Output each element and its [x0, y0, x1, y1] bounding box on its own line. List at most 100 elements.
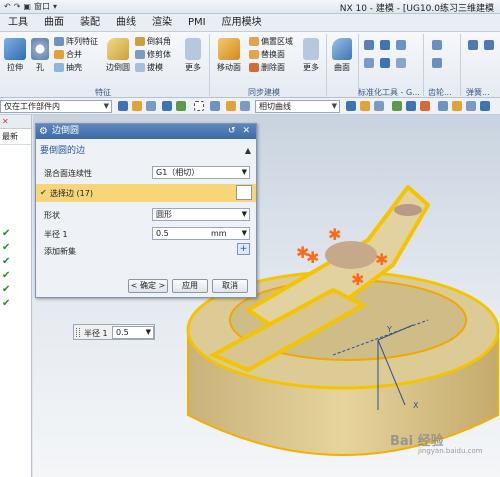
window-icon[interactable]: ▣ — [23, 2, 31, 11]
selection-bar: 仅在工作部件内 ▼ 相切曲线 ▼ — [0, 98, 500, 115]
selection-scope-value: 仅在工作部件内 — [4, 102, 60, 111]
tab-curve[interactable]: 曲线 — [108, 14, 144, 32]
rectangle-select-icon[interactable] — [194, 101, 204, 111]
chevron-down-icon: ▼ — [241, 210, 247, 218]
shape-value: 圆形 — [156, 210, 172, 219]
snap-point-icon[interactable] — [452, 101, 462, 111]
gear-tool-icon[interactable] — [432, 40, 442, 50]
radius-unit: mm — [211, 229, 227, 238]
selection-scope-select[interactable]: 仅在工作部件内 ▼ — [0, 100, 112, 113]
delete-face-button[interactable]: 删除面 — [249, 62, 285, 73]
sync-more-button[interactable]: 更多 — [300, 38, 322, 73]
gear-group-label: 齿轮... — [428, 88, 452, 97]
standard-tool-icon[interactable] — [396, 58, 406, 68]
trim-body-button[interactable]: 修剪体 — [135, 49, 171, 60]
shape-label: 形状 — [44, 211, 60, 220]
continuity-value: G1（相切） — [156, 168, 200, 177]
checkmark-icon: ✔ — [2, 242, 11, 253]
tab-render[interactable]: 渲染 — [144, 14, 180, 32]
checkmark-icon: ✔ — [2, 284, 11, 295]
move-face-button[interactable]: 移动面 — [214, 38, 244, 73]
select-filter-icon[interactable] — [132, 101, 142, 111]
window-menu[interactable]: 窗口 — [34, 1, 50, 12]
unite-label: 合并 — [66, 50, 82, 59]
snap-point-icon[interactable] — [374, 101, 384, 111]
continuity-select[interactable]: G1（相切） ▼ — [152, 166, 250, 179]
ribbon-separator — [423, 34, 424, 96]
standard-tool-icon[interactable] — [364, 40, 374, 50]
select-filter-icon[interactable] — [240, 101, 250, 111]
snap-point-icon[interactable] — [360, 101, 370, 111]
snap-point-icon[interactable] — [406, 101, 416, 111]
add-set-button[interactable]: + — [237, 243, 250, 255]
standard-tool-icon[interactable] — [380, 58, 390, 68]
checkmark-icon: ✔ — [40, 188, 47, 197]
onscreen-radius-value: 0.5 — [116, 328, 129, 337]
standard-tool-icon[interactable] — [380, 40, 390, 50]
offset-region-button[interactable]: 偏置区域 — [249, 36, 293, 47]
drag-handle-icon[interactable] — [76, 328, 80, 337]
checkmark-icon: ✔ — [2, 270, 11, 281]
chevron-down-icon: ▼ — [145, 328, 151, 336]
tab-assembly[interactable]: 装配 — [72, 14, 108, 32]
ok-button[interactable]: < 确定 > — [128, 279, 168, 293]
gear-icon[interactable]: ⚙ — [39, 124, 48, 139]
snap-point-icon[interactable] — [466, 101, 476, 111]
tab-applications[interactable]: 应用模块 — [214, 14, 270, 32]
select-filter-icon[interactable] — [118, 101, 128, 111]
radius-input[interactable]: 0.5 mm ▼ — [152, 227, 250, 240]
unite-button[interactable]: 合并 — [54, 49, 82, 60]
standard-tool-icon[interactable] — [396, 40, 406, 50]
shell-button[interactable]: 抽壳 — [54, 62, 82, 73]
asterisk-icon: ✱ — [328, 225, 341, 244]
feature-more-button[interactable]: 更多 — [182, 38, 204, 73]
dialog-title-bar[interactable]: ⚙ 边倒圆 ↺ ✕ — [36, 124, 256, 139]
gear-tool-icon[interactable] — [432, 58, 442, 68]
dropdown-icon[interactable]: ▾ — [53, 2, 57, 11]
replace-face-button[interactable]: 替换面 — [249, 49, 285, 60]
snap-point-icon[interactable] — [392, 101, 402, 111]
select-edge-row[interactable]: ✔ 选择边 (17) — [36, 184, 256, 202]
spring-tool-icon[interactable] — [484, 40, 494, 50]
spring-tool-icon[interactable] — [468, 40, 478, 50]
snap-point-icon[interactable] — [480, 101, 490, 111]
select-filter-icon[interactable] — [146, 101, 156, 111]
snap-point-icon[interactable] — [420, 101, 430, 111]
undo-icon[interactable]: ↶ — [4, 2, 11, 11]
cube-icon[interactable] — [236, 185, 252, 200]
navigator-close-icon[interactable]: ✕ — [0, 115, 31, 129]
tab-tools[interactable]: 工具 — [0, 14, 36, 32]
apply-button[interactable]: 应用 — [172, 279, 208, 293]
select-filter-icon[interactable] — [210, 101, 220, 111]
extrude-button[interactable]: 拉伸 — [2, 38, 28, 73]
tab-pmi[interactable]: PMI — [180, 14, 214, 32]
select-filter-icon[interactable] — [226, 101, 236, 111]
chevron-down-icon: ▼ — [241, 229, 247, 237]
select-filter-icon[interactable] — [176, 101, 186, 111]
onscreen-radius-field[interactable]: 0.5 ▼ — [112, 326, 154, 339]
edge-blend-label: 边倒圆 — [106, 63, 130, 72]
tab-surface[interactable]: 曲面 — [36, 14, 72, 32]
sync-group-label: 同步建模 — [248, 88, 280, 97]
snap-point-icon[interactable] — [346, 101, 356, 111]
redo-icon[interactable]: ↷ — [14, 2, 21, 11]
curve-rule-select[interactable]: 相切曲线 ▼ — [255, 100, 340, 113]
select-filter-icon[interactable] — [162, 101, 172, 111]
ribbon-separator — [209, 34, 210, 96]
standard-tool-icon[interactable] — [364, 58, 374, 68]
array-feature-button[interactable]: 阵列特征 — [54, 36, 98, 47]
surface-button[interactable]: 曲面 — [330, 38, 354, 73]
chamfer-button[interactable]: 倒斜角 — [135, 36, 171, 47]
edge-section-header[interactable]: 要倒圆的边 ▲ — [40, 143, 254, 159]
shape-select[interactable]: 圆形 ▼ — [152, 208, 250, 221]
dialog-title: 边倒圆 — [52, 126, 80, 136]
draft-button[interactable]: 拔模 — [135, 62, 163, 73]
offset-region-label: 偏置区域 — [261, 37, 293, 46]
cancel-button[interactable]: 取消 — [212, 279, 248, 293]
snap-point-icon[interactable] — [438, 101, 448, 111]
chevron-down-icon: ▼ — [241, 168, 247, 176]
hole-button[interactable]: 孔 — [30, 38, 50, 73]
dialog-controls[interactable]: ↺ ✕ — [228, 124, 252, 139]
feature-more-label: 更多 — [185, 63, 201, 72]
edge-blend-button[interactable]: 边倒圆 — [104, 38, 132, 73]
